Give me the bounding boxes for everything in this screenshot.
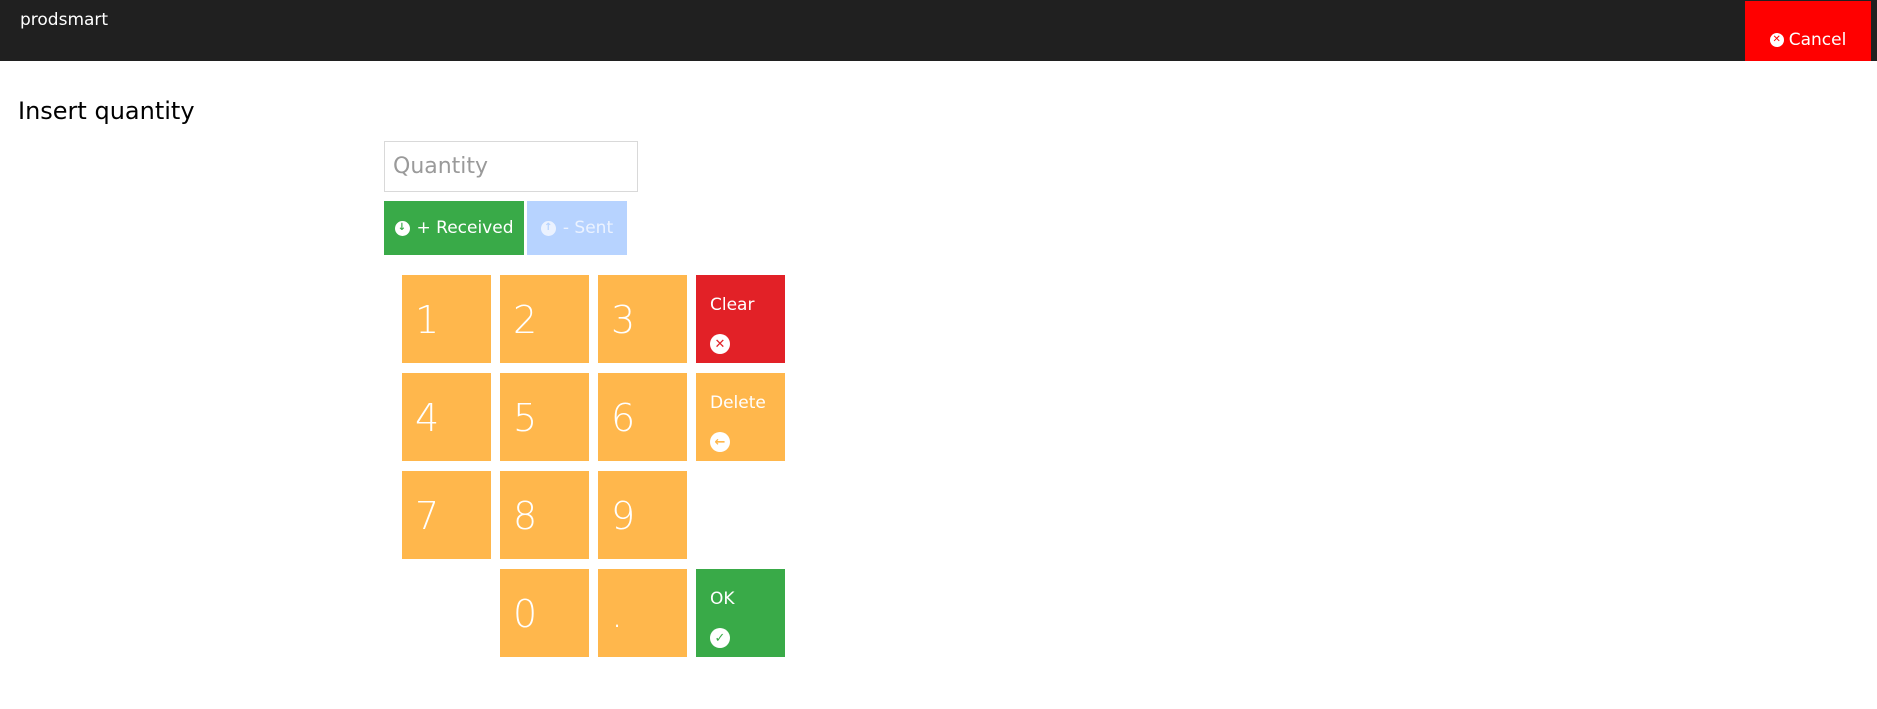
- key-2-label: 2: [513, 298, 538, 342]
- key-7[interactable]: 7: [402, 471, 491, 559]
- key-4[interactable]: 4: [402, 373, 491, 461]
- check-circle-icon: ✓: [710, 628, 730, 649]
- cancel-button[interactable]: ✕ Cancel: [1745, 1, 1871, 61]
- key-8[interactable]: 8: [500, 471, 589, 559]
- key-6-label: 6: [611, 396, 636, 440]
- page-title: Insert quantity: [18, 97, 195, 125]
- key-3[interactable]: 3: [598, 275, 687, 363]
- key-5[interactable]: 5: [500, 373, 589, 461]
- key-7-label: 7: [415, 494, 440, 538]
- key-9-label: 9: [611, 494, 636, 538]
- key-0[interactable]: 0: [500, 569, 589, 657]
- key-5-label: 5: [513, 396, 538, 440]
- arrow-down-circle-icon: ↓: [394, 220, 410, 236]
- sent-button[interactable]: ↑ - Sent: [527, 201, 627, 255]
- arrow-up-circle-icon: ↑: [540, 220, 556, 236]
- delete-button[interactable]: Delete ←: [696, 373, 785, 461]
- key-1-label: 1: [415, 298, 440, 342]
- key-9[interactable]: 9: [598, 471, 687, 559]
- quantity-input[interactable]: [384, 141, 638, 192]
- arrow-left-circle-icon: ←: [710, 432, 730, 453]
- received-label: + Received: [416, 218, 514, 238]
- times-circle-icon: ✕: [1769, 33, 1784, 47]
- cancel-label: Cancel: [1788, 30, 1847, 50]
- key-8-label: 8: [513, 494, 538, 538]
- ok-button[interactable]: OK ✓: [696, 569, 785, 657]
- top-bar: prodsmart ✕ Cancel: [0, 0, 1877, 61]
- sent-label: - Sent: [562, 218, 614, 238]
- key-decimal[interactable]: .: [598, 569, 687, 657]
- clear-label: Clear: [710, 294, 755, 315]
- key-3-label: 3: [611, 298, 636, 342]
- brand-name: prodsmart: [20, 10, 109, 30]
- key-2[interactable]: 2: [500, 275, 589, 363]
- key-1[interactable]: 1: [402, 275, 491, 363]
- key-decimal-label: .: [611, 592, 624, 636]
- delete-label: Delete: [710, 392, 766, 413]
- received-button[interactable]: ↓ + Received: [384, 201, 524, 255]
- clear-button[interactable]: Clear ✕: [696, 275, 785, 363]
- key-6[interactable]: 6: [598, 373, 687, 461]
- times-circle-icon: ✕: [710, 334, 730, 355]
- ok-label: OK: [710, 588, 735, 609]
- key-4-label: 4: [415, 396, 440, 440]
- key-0-label: 0: [513, 592, 538, 636]
